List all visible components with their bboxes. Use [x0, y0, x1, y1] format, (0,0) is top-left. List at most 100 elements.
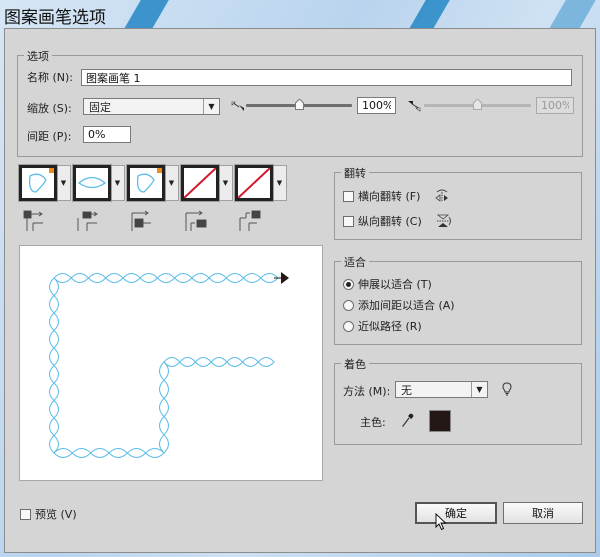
pattern-tile-segment	[49, 330, 59, 349]
key-color-swatch[interactable]	[429, 410, 451, 432]
none-slash-icon	[238, 168, 270, 198]
flip-vertical-box[interactable]	[343, 215, 354, 227]
max-scale-slider-thumb[interactable]	[473, 99, 482, 110]
side-tile-swatch[interactable]: ▼	[18, 164, 71, 202]
fit-radio[interactable]	[343, 320, 354, 332]
lightbulb-icon[interactable]	[502, 382, 512, 396]
chevron-down-icon[interactable]: ▼	[165, 165, 179, 201]
pattern-tile-segment	[242, 357, 259, 367]
scale-label: 缩放 (S):	[27, 102, 72, 115]
petal-shape-icon	[136, 173, 155, 193]
end-tile-swatch[interactable]: ▼	[234, 164, 287, 202]
fit-radio[interactable]	[343, 299, 354, 311]
radio-selected-dot	[346, 281, 351, 287]
fit-legend: 适合	[341, 254, 369, 270]
fit-option-label: 近似路径 (R)	[358, 320, 422, 333]
inner-corner-tile-selector-icon	[131, 210, 151, 231]
path-direction-arrow-icon	[281, 272, 289, 284]
fit-option[interactable]: 近似路径 (R)	[343, 318, 422, 334]
ok-button[interactable]: 确定	[415, 502, 497, 524]
min-scale-icon	[231, 101, 244, 111]
spacing-input[interactable]	[83, 126, 131, 143]
eyedropper-icon[interactable]	[401, 412, 415, 428]
flip-horizontal-box[interactable]	[343, 190, 354, 202]
pattern-tile-segment	[49, 400, 59, 419]
max-scale-icon	[408, 101, 421, 112]
options-legend: 选项	[24, 48, 52, 64]
outer-corner-tile-selector-icon	[77, 211, 98, 231]
min-scale-slider[interactable]	[246, 99, 352, 111]
key-color-label: 主色:	[360, 416, 386, 429]
start-tile-selector-icon	[185, 210, 207, 231]
chevron-down-icon[interactable]: ▼	[219, 165, 233, 201]
pattern-tile-segment	[126, 448, 147, 458]
mouse-cursor-icon	[435, 513, 447, 531]
name-input[interactable]	[81, 69, 572, 86]
inner-corner-tile-swatch[interactable]: ▼	[126, 164, 179, 202]
pattern-tile-segment	[49, 417, 59, 437]
start-tile-swatch[interactable]: ▼	[180, 164, 233, 202]
pattern-tile-segment	[159, 398, 169, 418]
colorization-group: 着色	[334, 356, 582, 445]
chevron-down-icon[interactable]: ▼	[57, 165, 71, 201]
inner-corner-tile-preview[interactable]	[126, 164, 166, 202]
preview-path	[49, 272, 289, 458]
start-tile-preview[interactable]	[180, 164, 220, 202]
pattern-tile-segment	[139, 273, 159, 283]
pattern-tile-segment	[49, 365, 59, 384]
pattern-tile-segment	[49, 295, 59, 314]
flip-horizontal-checkbox[interactable]: 横向翻转 (F)	[343, 188, 450, 204]
flip-vertical-checkbox[interactable]: 纵向翻转 (C)	[343, 213, 452, 229]
min-scale-slider-thumb[interactable]	[294, 99, 304, 110]
fit-option-label: 伸展以适合 (T)	[358, 278, 432, 291]
chevron-down-icon[interactable]: ▼	[111, 165, 125, 201]
pattern-tile-segment	[191, 273, 210, 283]
flip-vertical-icon	[436, 214, 451, 227]
pattern-tile-segment	[122, 273, 141, 283]
none-slash-icon	[184, 168, 216, 198]
pattern-tile-segment	[105, 273, 124, 283]
end-tile-selector-icon	[239, 210, 261, 231]
pattern-tile-segment	[90, 448, 110, 458]
chevron-down-icon: ▼	[471, 382, 487, 397]
pattern-tile-segment	[49, 382, 59, 402]
scale-select[interactable]: 固定 ▼	[83, 98, 220, 115]
pattern-tile-segment	[70, 273, 90, 283]
max-scale-slider[interactable]	[424, 99, 531, 111]
flip-horizontal-label: 横向翻转 (F)	[358, 190, 421, 203]
flip-vertical-label: 纵向翻转 (C)	[358, 215, 422, 228]
flip-group: 翻转	[334, 165, 582, 240]
window-title: 图案画笔选项	[4, 8, 106, 28]
method-select[interactable]: 无 ▼	[395, 381, 488, 398]
flip-legend: 翻转	[341, 165, 369, 181]
pattern-tile-segment	[157, 273, 176, 283]
method-label: 方法 (M):	[343, 385, 391, 398]
chevron-down-icon: ▼	[203, 99, 219, 114]
cancel-button[interactable]: 取消	[503, 502, 583, 524]
pattern-preview	[19, 245, 323, 481]
pattern-tile-segment	[195, 357, 212, 367]
pattern-tile-segment	[179, 357, 197, 367]
fit-radio[interactable]	[343, 278, 354, 290]
pattern-tile-segment	[174, 273, 193, 283]
preview-box[interactable]	[20, 508, 31, 520]
pattern-tile-segment	[159, 379, 169, 400]
max-scale-input[interactable]	[536, 97, 574, 114]
spacing-label: 间距 (P):	[27, 130, 72, 143]
fit-option[interactable]: 伸展以适合 (T)	[343, 276, 432, 292]
pattern-tile-segment	[49, 312, 59, 332]
end-tile-preview[interactable]	[234, 164, 274, 202]
side-tile-selector-icon	[23, 210, 43, 231]
chevron-down-icon[interactable]: ▼	[273, 165, 287, 201]
fit-option[interactable]: 添加间距以适合 (A)	[343, 297, 455, 313]
side-tile-preview[interactable]	[18, 164, 58, 202]
pattern-brush-options-dialog: 选项 名称 (N): 缩放 (S): 固定 ▼ 间距 (P):	[4, 28, 596, 553]
fit-option-label: 添加间距以适合 (A)	[358, 299, 455, 312]
method-select-value: 无	[401, 383, 412, 397]
scale-select-value: 固定	[89, 100, 111, 114]
preview-label: 预览 (V)	[35, 508, 77, 521]
min-scale-input[interactable]	[357, 97, 396, 114]
preview-checkbox[interactable]: 预览 (V)	[20, 506, 77, 522]
outer-corner-tile-preview[interactable]	[72, 164, 112, 202]
outer-corner-tile-swatch[interactable]: ▼	[72, 164, 125, 202]
